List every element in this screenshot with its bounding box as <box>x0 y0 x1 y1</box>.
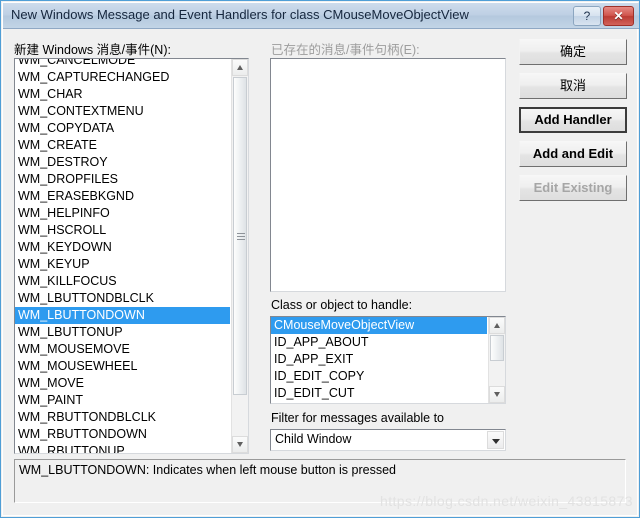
message-item[interactable]: WM_COPYDATA <box>15 120 230 137</box>
message-item[interactable]: WM_KILLFOCUS <box>15 273 230 290</box>
message-item[interactable]: WM_LBUTTONUP <box>15 324 230 341</box>
message-item[interactable]: WM_DROPFILES <box>15 171 230 188</box>
message-item[interactable]: WM_HSCROLL <box>15 222 230 239</box>
message-item[interactable]: WM_RBUTTONDBLCLK <box>15 409 230 426</box>
add-handler-button[interactable]: Add Handler <box>519 107 627 133</box>
window-title: New Windows Message and Event Handlers f… <box>11 7 469 22</box>
title-bar: New Windows Message and Event Handlers f… <box>3 3 639 29</box>
chevron-down-icon[interactable] <box>487 431 504 449</box>
description-pane: WM_LBUTTONDOWN: Indicates when left mous… <box>14 459 626 503</box>
class-listbox-items[interactable]: CMouseMoveObjectView ID_APP_ABOUT ID_APP_E… <box>271 317 487 403</box>
message-item[interactable]: WM_HELPINFO <box>15 205 230 222</box>
help-button[interactable]: ? <box>573 6 601 26</box>
existing-handlers-items[interactable] <box>271 59 505 291</box>
message-item[interactable]: WM_PAINT <box>15 392 230 409</box>
filter-combobox[interactable]: Child Window <box>270 429 506 451</box>
existing-handlers-listbox[interactable] <box>270 58 506 292</box>
message-item[interactable]: WM_MOUSEWHEEL <box>15 358 230 375</box>
new-messages-label: 新建 Windows 消息/事件(N): <box>14 43 171 57</box>
message-item[interactable]: WM_MOUSEMOVE <box>15 341 230 358</box>
message-item[interactable]: WM_DESTROY <box>15 154 230 171</box>
message-item[interactable]: WM_CAPTURECHANGED <box>15 69 230 86</box>
message-item[interactable]: WM_LBUTTONDOWN <box>15 307 230 324</box>
class-scroll-down-arrow-icon[interactable] <box>489 386 505 403</box>
class-item[interactable]: ID_EDIT_COPY <box>271 368 487 385</box>
message-item[interactable]: WM_CHAR <box>15 86 230 103</box>
close-button[interactable]: ✕ <box>603 6 634 26</box>
message-item[interactable]: WM_KEYDOWN <box>15 239 230 256</box>
existing-handlers-label: 已存在的消息/事件句柄(E): <box>271 43 420 57</box>
filter-label: Filter for messages available to <box>271 411 444 425</box>
class-listbox[interactable]: CMouseMoveObjectView ID_APP_ABOUT ID_APP_E… <box>270 316 506 404</box>
new-messages-listbox[interactable]: WM_CANCELMODE WM_CAPTURECHANGED WM_CHAR WM_… <box>14 58 249 454</box>
ok-button[interactable]: 确定 <box>519 39 627 65</box>
message-item[interactable]: WM_RBUTTONUP <box>15 443 230 453</box>
message-item[interactable]: WM_RBUTTONDOWN <box>15 426 230 443</box>
message-item[interactable]: WM_LBUTTONDBLCLK <box>15 290 230 307</box>
class-item[interactable]: ID_APP_ABOUT <box>271 334 487 351</box>
class-scrollbar-thumb[interactable] <box>490 335 504 361</box>
message-item[interactable]: WM_CONTEXTMENU <box>15 103 230 120</box>
class-item[interactable]: CMouseMoveObjectView <box>271 317 487 334</box>
scroll-up-arrow-icon[interactable] <box>232 59 248 76</box>
new-messages-scrollbar[interactable] <box>231 59 248 453</box>
description-text: WM_LBUTTONDOWN: Indicates when left mous… <box>19 463 396 477</box>
class-list-label: Class or object to handle: <box>271 298 413 312</box>
add-and-edit-button[interactable]: Add and Edit <box>519 141 627 167</box>
message-item[interactable]: WM_MOVE <box>15 375 230 392</box>
dialog-window: New Windows Message and Event Handlers f… <box>0 0 640 518</box>
message-item[interactable]: WM_KEYUP <box>15 256 230 273</box>
class-item[interactable]: ID_APP_EXIT <box>271 351 487 368</box>
message-item[interactable]: WM_ERASEBKGND <box>15 188 230 205</box>
scrollbar-thumb[interactable] <box>233 77 247 395</box>
new-messages-items[interactable]: WM_CANCELMODE WM_CAPTURECHANGED WM_CHAR WM_… <box>15 59 230 453</box>
cancel-button[interactable]: 取消 <box>519 73 627 99</box>
class-scroll-up-arrow-icon[interactable] <box>489 317 505 334</box>
class-listbox-scrollbar[interactable] <box>488 317 505 403</box>
message-item[interactable]: WM_CREATE <box>15 137 230 154</box>
filter-combobox-value: Child Window <box>275 432 352 446</box>
edit-existing-button: Edit Existing <box>519 175 627 201</box>
scroll-down-arrow-icon[interactable] <box>232 436 248 453</box>
class-item[interactable]: ID_EDIT_CUT <box>271 385 487 402</box>
message-item[interactable]: WM_CANCELMODE <box>15 59 230 69</box>
scrollbar-grip-icon <box>237 233 245 240</box>
